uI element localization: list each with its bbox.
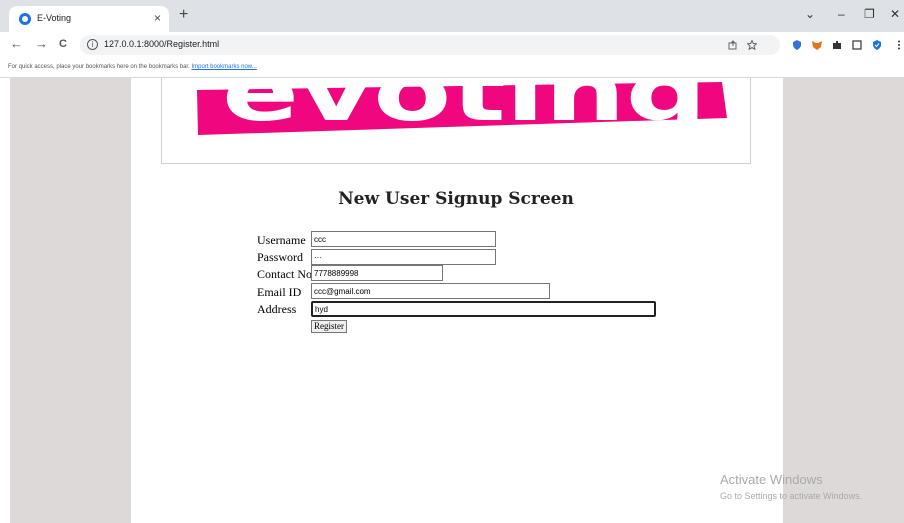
star-icon[interactable] xyxy=(747,40,757,50)
puzzle-extensions-icon[interactable] xyxy=(832,40,842,50)
contact-label: Contact No xyxy=(257,267,312,281)
username-label: Username xyxy=(257,233,306,247)
sidepanel-icon[interactable] xyxy=(852,40,862,50)
page-title: New User Signup Screen xyxy=(338,189,574,209)
bookmarks-prompt: For quick access, place your bookmarks h… xyxy=(8,64,190,70)
browser-tab[interactable]: E-Voting × xyxy=(9,6,169,32)
profile-shield-icon[interactable] xyxy=(872,40,882,50)
email-label: Email ID xyxy=(257,285,302,299)
register-button[interactable]: Register xyxy=(311,320,347,333)
menu-icon[interactable] xyxy=(894,40,904,50)
share-icon[interactable] xyxy=(728,40,738,50)
evoting-logo: evoting xyxy=(197,78,727,139)
logo-text: evoting xyxy=(222,78,707,139)
activate-windows-title: Activate Windows xyxy=(720,472,823,487)
site-info-icon[interactable]: i xyxy=(87,39,98,50)
address-label: Address xyxy=(257,302,297,316)
metamask-icon[interactable] xyxy=(812,40,822,50)
reload-button[interactable]: C xyxy=(59,37,67,51)
bookmarks-bar: For quick access, place your bookmarks h… xyxy=(0,58,904,78)
tab-search-icon[interactable]: ⌄ xyxy=(805,7,815,21)
back-button[interactable]: ← xyxy=(10,37,23,51)
url-text[interactable]: 127.0.0.1:8000/Register.html xyxy=(104,39,219,49)
address-input[interactable]: hyd xyxy=(311,301,656,317)
tab-title: E-Voting xyxy=(37,13,72,23)
tab-strip: E-Voting × + ⌄ – ❐ ✕ xyxy=(0,0,904,32)
activate-windows-subtitle: Go to Settings to activate Windows. xyxy=(720,491,863,501)
restore-button[interactable]: ❐ xyxy=(864,7,875,21)
right-margin xyxy=(783,78,904,523)
email-input[interactable]: ccc@gmail.com xyxy=(311,283,550,299)
import-bookmarks-link[interactable]: Import bookmarks now... xyxy=(191,64,256,70)
left-margin xyxy=(0,78,131,523)
forward-button[interactable]: → xyxy=(35,37,48,51)
contact-input[interactable]: 7778889998 xyxy=(311,265,443,281)
minimize-button[interactable]: – xyxy=(838,7,845,21)
username-input[interactable]: ccc xyxy=(311,231,496,247)
favicon-icon xyxy=(19,13,31,25)
password-input[interactable]: ··· xyxy=(311,249,496,265)
shield-extension-icon[interactable] xyxy=(792,40,802,50)
browser-toolbar: ← → C i 127.0.0.1:8000/Register.html xyxy=(0,32,904,58)
tab-close-icon[interactable]: × xyxy=(154,11,161,25)
address-bar[interactable]: i 127.0.0.1:8000/Register.html xyxy=(80,35,780,55)
new-tab-button[interactable]: + xyxy=(179,7,188,23)
logo-banner: evoting xyxy=(161,78,751,164)
close-window-button[interactable]: ✕ xyxy=(890,7,900,21)
page-viewport: evoting New User Signup Screen Username … xyxy=(0,78,904,523)
password-label: Password xyxy=(257,250,304,264)
